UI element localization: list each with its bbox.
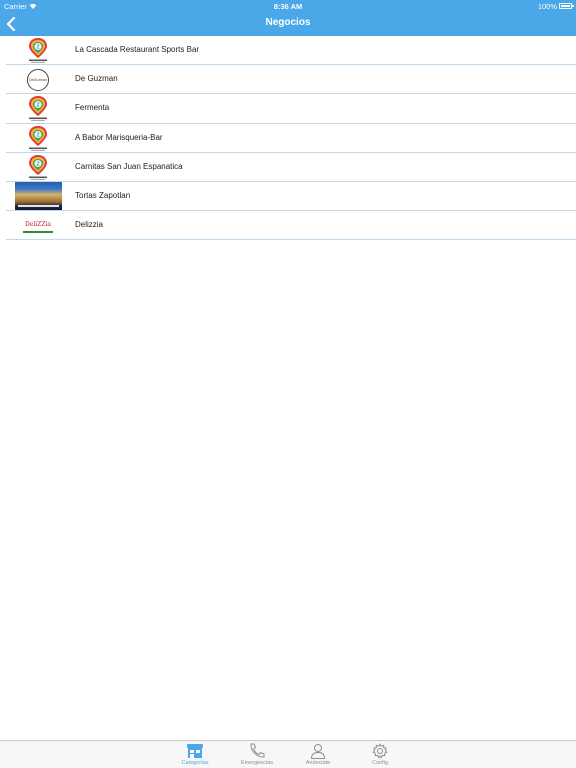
tab-emergencias[interactable]: Emergencias (232, 741, 282, 768)
business-name: De Guzman (75, 74, 118, 84)
navigation-bar: Negocios (0, 12, 576, 36)
business-name: La Cascada Restaurant Sports Bar (75, 45, 200, 54)
list-item[interactable]: Z A Babor Marisqueria-Bar (6, 123, 576, 153)
tab-bar: Categorías Emergencias Anúnciate Config (0, 740, 576, 768)
phone-icon (250, 743, 265, 758)
list-item[interactable]: DeGuzman De Guzman (6, 65, 576, 95)
tortas-zapotlan-photo (14, 182, 62, 211)
page-title: Negocios (265, 17, 311, 28)
gear-icon (372, 743, 388, 759)
status-time: 8:36 AM (273, 2, 303, 11)
business-name: A Babor Marisqueria-Bar (75, 132, 163, 142)
zapotlan-pin-logo: Z (14, 37, 62, 64)
tab-anunciate[interactable]: Anúnciate (293, 741, 343, 768)
person-icon (310, 744, 326, 759)
de-guzman-logo: DeGuzman (14, 66, 62, 93)
zapotlan-pin-logo: Z (14, 154, 62, 181)
business-name: Carnitas San Juan Espanatica (75, 161, 183, 171)
delizzia-logo: DeliZZia (14, 212, 62, 239)
store-icon (187, 744, 203, 758)
business-name: Tortas Zapotlan (75, 190, 131, 200)
tab-categorias[interactable]: Categorías (170, 741, 220, 768)
list-item[interactable]: Z Fermenta (6, 94, 576, 124)
zapotlan-pin-logo: Z (14, 95, 62, 122)
list-item[interactable]: Tortas Zapotlan (6, 181, 576, 212)
header: Carrier 8:36 AM 100% Negocios (0, 0, 576, 36)
tab-config[interactable]: Config (355, 741, 405, 768)
list-item[interactable]: Z La Cascada Restaurant Sports Bar (6, 36, 576, 66)
battery-icon (559, 3, 574, 9)
business-name: Delizzia (75, 220, 104, 230)
list-item[interactable]: DeliZZia Delizzia (6, 211, 576, 241)
zapotlan-pin-logo: Z (14, 125, 62, 152)
tab-label: Categorías (181, 760, 209, 766)
tab-label: Emergencias (240, 760, 274, 766)
business-name: Fermenta (75, 103, 110, 113)
tab-label: Anúnciate (305, 760, 331, 766)
list-item[interactable]: Z Carnitas San Juan Espanatica (6, 152, 576, 182)
tab-label: Config (372, 760, 388, 766)
battery-percentage: 100% (537, 2, 557, 11)
status-bar: Carrier 8:36 AM 100% (0, 0, 576, 12)
business-list: Z La Cascada Restaurant Sports Bar DeGuz… (0, 36, 576, 241)
